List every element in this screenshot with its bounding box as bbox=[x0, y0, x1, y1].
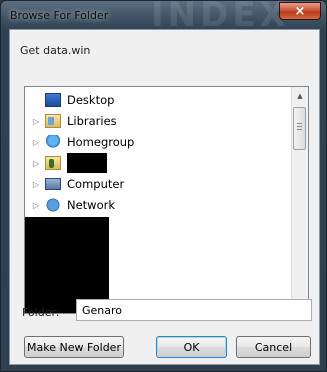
tree-item-homegroup[interactable]: ▷ Homegroup bbox=[31, 132, 134, 152]
tree-item-label: Computer bbox=[67, 177, 125, 191]
tree-item-user-folder[interactable]: ▷ bbox=[31, 153, 67, 173]
desktop-icon bbox=[45, 93, 61, 107]
tree-item-label: Libraries bbox=[67, 114, 117, 128]
folder-tree[interactable]: Desktop ▷ Libraries ▷ Homegroup ▷ ▷ Comp… bbox=[24, 86, 309, 314]
computer-icon bbox=[45, 178, 61, 190]
scroll-up-button[interactable]: ▲ bbox=[292, 87, 308, 104]
redacted-user-name bbox=[67, 153, 107, 173]
expand-arrow-icon[interactable]: ▷ bbox=[31, 159, 41, 168]
ok-button[interactable]: OK bbox=[156, 336, 227, 358]
tree-item-label: Desktop bbox=[67, 93, 115, 107]
browse-for-folder-window: INDEX Browse For Folder × Get data.win D… bbox=[0, 0, 327, 372]
tree-scrollbar[interactable]: ▲ ▼ bbox=[291, 87, 308, 313]
tree-item-label: Homegroup bbox=[67, 135, 135, 149]
expand-arrow-icon[interactable]: ▷ bbox=[31, 201, 41, 210]
network-icon bbox=[45, 198, 61, 212]
scroll-up-icon: ▲ bbox=[297, 91, 303, 100]
make-new-folder-button[interactable]: Make New Folder bbox=[24, 336, 124, 358]
scrollbar-thumb[interactable] bbox=[293, 107, 306, 150]
libraries-icon bbox=[45, 114, 61, 128]
tree-item-desktop[interactable]: Desktop bbox=[31, 90, 114, 110]
close-button[interactable]: × bbox=[279, 2, 321, 20]
close-icon: × bbox=[294, 3, 306, 19]
expand-arrow-icon[interactable]: ▷ bbox=[31, 117, 41, 126]
folder-label: Folder: bbox=[22, 306, 60, 319]
tree-item-libraries[interactable]: ▷ Libraries bbox=[31, 111, 117, 131]
window-title: Browse For Folder bbox=[10, 9, 109, 22]
dialog-body: Get data.win Desktop ▷ Libraries ▷ Homeg… bbox=[9, 29, 320, 365]
expand-arrow-icon[interactable]: ▷ bbox=[31, 138, 41, 147]
tree-item-label: Network bbox=[67, 198, 116, 212]
tree-item-computer[interactable]: ▷ Computer bbox=[31, 174, 124, 194]
cancel-button[interactable]: Cancel bbox=[236, 336, 311, 358]
homegroup-icon bbox=[45, 135, 61, 149]
user-folder-icon bbox=[45, 156, 61, 170]
dialog-description: Get data.win bbox=[20, 44, 91, 57]
expand-arrow-icon[interactable]: ▷ bbox=[31, 180, 41, 189]
tree-item-network[interactable]: ▷ Network bbox=[31, 195, 115, 215]
folder-input[interactable] bbox=[76, 299, 312, 321]
